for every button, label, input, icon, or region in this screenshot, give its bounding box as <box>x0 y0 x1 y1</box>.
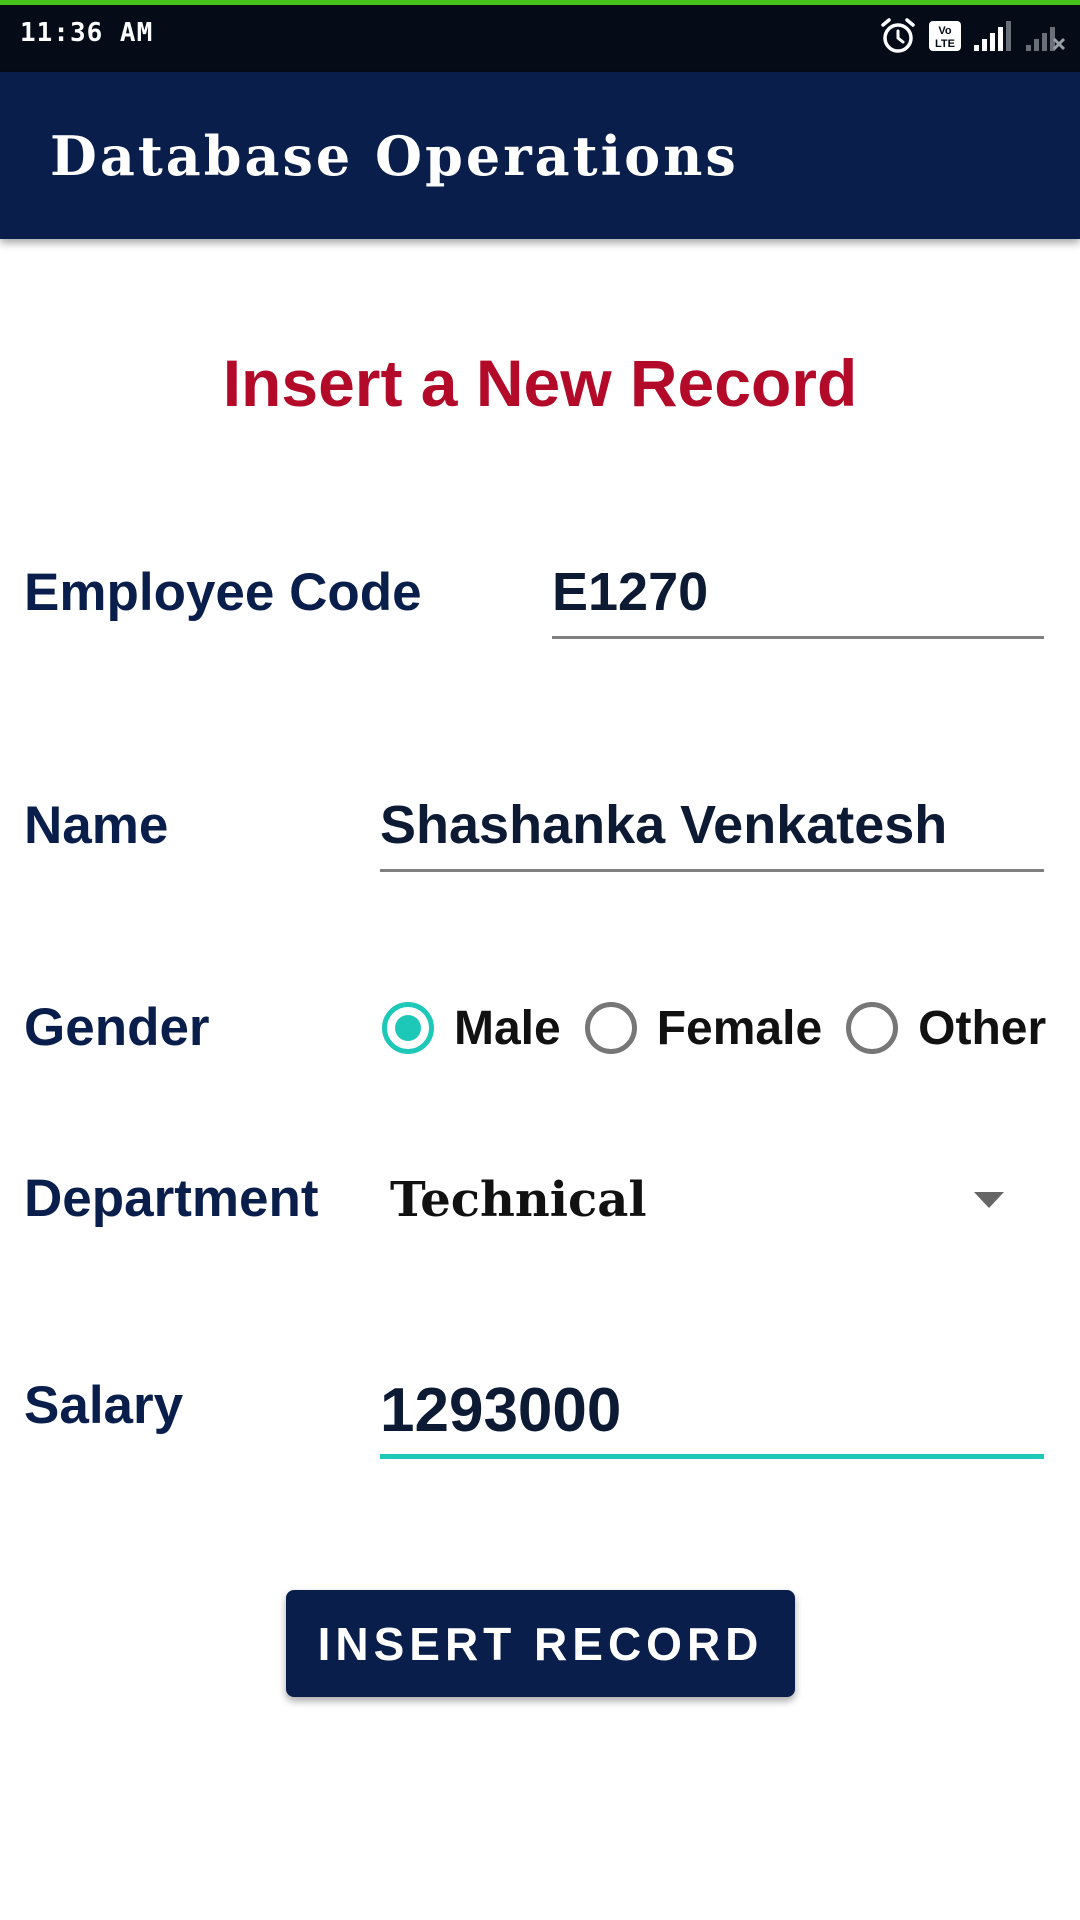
name-field <box>380 785 1044 872</box>
department-selected-value: Technical <box>390 1172 647 1228</box>
status-time: 11:36 AM <box>20 18 154 48</box>
radio-unchecked-icon[interactable] <box>584 1002 637 1054</box>
employee-code-input[interactable] <box>552 556 1044 628</box>
app-bar: Database Operations <box>0 72 1080 239</box>
gender-option-female[interactable]: Female <box>584 1001 846 1056</box>
gender-option-label: Other <box>918 1001 1047 1055</box>
salary-field <box>380 1370 1044 1459</box>
department-label: Department <box>24 1169 319 1228</box>
radio-unchecked-icon[interactable] <box>846 1002 899 1054</box>
svg-text:Vo: Vo <box>938 25 952 37</box>
gender-radio-group: Male Female Other <box>382 992 1070 1064</box>
signal-icon <box>972 19 1014 58</box>
department-dropdown[interactable]: Technical <box>382 1160 1022 1240</box>
gender-label: Gender <box>24 998 210 1057</box>
salary-input[interactable] <box>380 1374 1044 1446</box>
name-label: Name <box>24 796 169 855</box>
alarm-icon <box>878 16 918 61</box>
gender-option-label: Female <box>656 1001 823 1055</box>
gender-option-other[interactable]: Other <box>846 1001 1070 1056</box>
employee-code-label: Employee Code <box>24 563 422 622</box>
dropdown-arrow-icon <box>972 1190 1006 1215</box>
salary-label: Salary <box>24 1376 184 1435</box>
radio-checked-icon[interactable] <box>382 1002 434 1054</box>
app-title: Database Operations <box>50 124 739 188</box>
employee-code-field <box>552 552 1044 639</box>
insert-record-button[interactable]: INSERT RECORD <box>286 1590 795 1697</box>
svg-text:LTE: LTE <box>935 38 955 50</box>
no-signal-icon <box>1024 19 1066 58</box>
status-icons: Vo LTE <box>878 14 1066 62</box>
form-heading: Insert a New Record <box>222 346 858 420</box>
name-input[interactable] <box>380 789 1044 861</box>
gender-option-male[interactable]: Male <box>382 1001 585 1056</box>
status-bar: 11:36 AM Vo LTE <box>0 5 1080 72</box>
gender-option-label: Male <box>454 1001 561 1055</box>
volte-icon: Vo LTE <box>928 19 962 58</box>
